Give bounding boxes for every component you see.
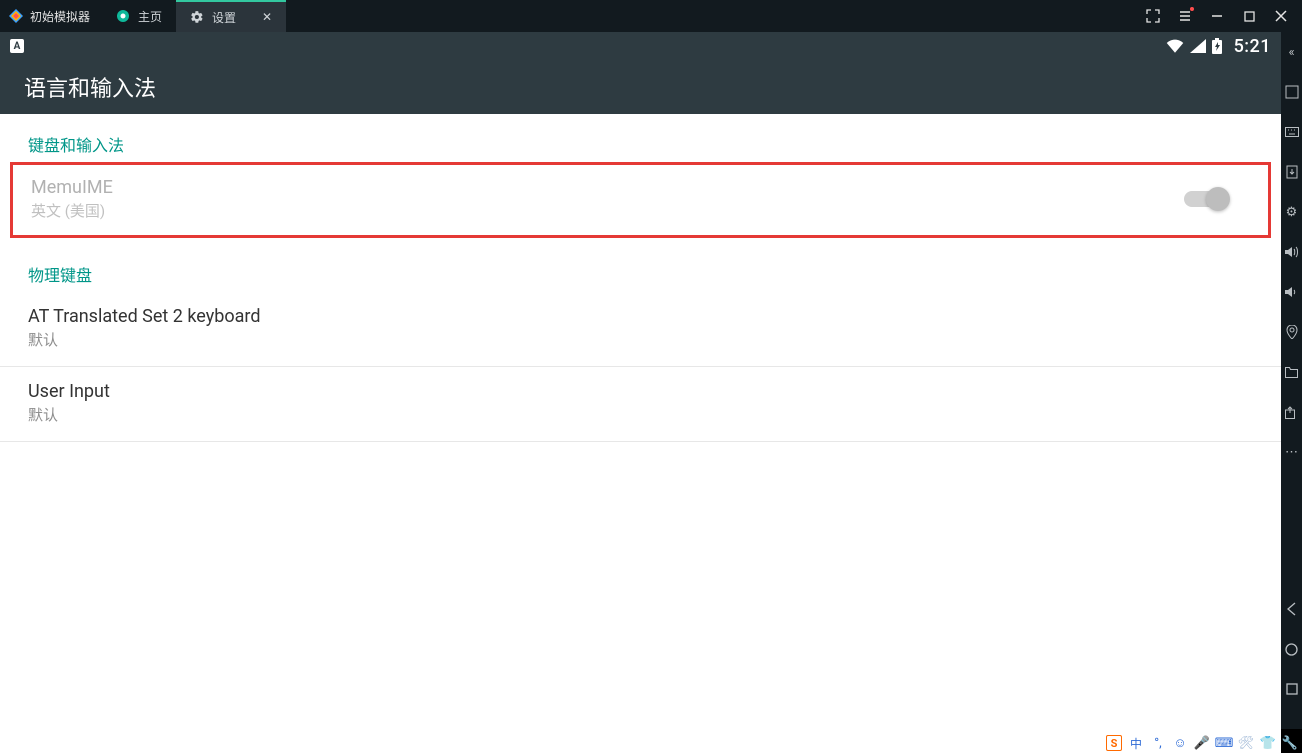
menu-icon[interactable] xyxy=(1178,9,1192,23)
ime-keyboard-icon[interactable]: ⌨ xyxy=(1216,735,1232,751)
item-subtitle: 默认 xyxy=(28,329,1253,350)
window-titlebar: 初始模拟器 主页 设置 ✕ xyxy=(0,0,1302,32)
tool-volume-down-icon[interactable] xyxy=(1284,284,1300,300)
ime-punct-icon[interactable]: °, xyxy=(1150,735,1166,751)
app-logo-icon xyxy=(8,8,24,24)
ime-emoji-icon[interactable]: ☺ xyxy=(1172,735,1188,751)
ime-lang-icon[interactable]: 中 xyxy=(1128,735,1144,751)
tab-home-label: 主页 xyxy=(138,8,162,25)
fullscreen-icon[interactable] xyxy=(1146,9,1160,23)
titlebar-left: 初始模拟器 主页 设置 ✕ xyxy=(0,0,286,32)
ime-sogou-icon[interactable]: S xyxy=(1106,735,1122,751)
app-title: 初始模拟器 xyxy=(30,8,90,25)
section-title-physical-keyboard: 物理键盘 xyxy=(0,238,1281,292)
android-status-bar: A 5:21 xyxy=(0,32,1281,60)
tool-settings-icon[interactable]: ⚙ xyxy=(1284,204,1300,220)
status-icons: 5:21 xyxy=(1166,36,1271,57)
item-title: User Input xyxy=(28,381,1253,402)
notification-dot-icon xyxy=(1190,7,1194,11)
ime-toolbox-icon[interactable]: 🔧 xyxy=(1282,735,1298,751)
close-tab-icon[interactable]: ✕ xyxy=(262,10,272,24)
ime-mic-icon[interactable]: 🎤 xyxy=(1194,735,1210,751)
nav-home-icon[interactable] xyxy=(1284,641,1300,657)
signal-icon xyxy=(1190,39,1206,53)
ime-toggle[interactable] xyxy=(1184,191,1228,207)
settings-content: 键盘和输入法 MemuIME 英文 (美国) 物理键盘 AT Translate… xyxy=(0,114,1281,753)
collapse-icon[interactable]: « xyxy=(1284,44,1300,60)
status-clock: 5:21 xyxy=(1234,36,1271,57)
toggle-thumb-icon xyxy=(1206,187,1230,211)
tab-home[interactable]: 主页 xyxy=(102,0,176,32)
maximize-button[interactable] xyxy=(1242,9,1256,23)
physical-keyboard-item-userinput[interactable]: User Input 默认 xyxy=(0,367,1281,442)
ime-item-memuime[interactable]: MemuIME 英文 (美国) xyxy=(31,177,1250,221)
minimize-button[interactable] xyxy=(1210,9,1224,23)
window-controls xyxy=(1146,9,1302,23)
nav-recent-icon[interactable] xyxy=(1284,681,1300,697)
section-title-keyboard-ime: 键盘和输入法 xyxy=(0,114,1281,162)
physical-keyboard-item-at[interactable]: AT Translated Set 2 keyboard 默认 xyxy=(0,292,1281,367)
nav-back-icon[interactable] xyxy=(1284,601,1300,617)
gear-tab-icon xyxy=(190,10,204,24)
tool-fullscreen-icon[interactable] xyxy=(1284,84,1300,100)
tool-share-icon[interactable] xyxy=(1284,404,1300,420)
home-tab-icon xyxy=(116,9,130,23)
wifi-icon xyxy=(1166,39,1184,53)
tool-volume-up-icon[interactable] xyxy=(1284,244,1300,260)
tool-install-icon[interactable] xyxy=(1284,164,1300,180)
item-subtitle: 英文 (美国) xyxy=(31,200,1250,221)
system-tray: S 中 °, ☺ 🎤 ⌨ 🛠 👕 🔧 xyxy=(1106,735,1298,751)
tab-settings-label: 设置 xyxy=(212,9,236,26)
highlighted-item: MemuIME 英文 (美国) xyxy=(10,162,1271,238)
ime-tool1-icon[interactable]: 🛠 xyxy=(1238,735,1254,751)
item-subtitle: 默认 xyxy=(28,404,1253,425)
tool-keyboard-icon[interactable] xyxy=(1284,124,1300,140)
close-button[interactable] xyxy=(1274,9,1288,23)
tab-settings[interactable]: 设置 ✕ xyxy=(176,0,286,32)
page-title: 语言和输入法 xyxy=(0,60,1281,114)
windows-taskbar: S 中 °, ☺ 🎤 ⌨ 🛠 👕 🔧 xyxy=(0,729,1302,753)
battery-charging-icon xyxy=(1212,38,1222,54)
ime-skin-icon[interactable]: 👕 xyxy=(1260,735,1276,751)
keyboard-indicator-icon: A xyxy=(10,39,24,53)
tool-file-icon[interactable] xyxy=(1284,364,1300,380)
tool-more-icon[interactable]: ⋯ xyxy=(1284,444,1300,460)
tool-location-icon[interactable] xyxy=(1284,324,1300,340)
emulator-toolbar: « ⚙ ⋯ xyxy=(1281,32,1302,729)
item-title: AT Translated Set 2 keyboard xyxy=(28,306,1253,327)
item-title: MemuIME xyxy=(31,177,1250,198)
